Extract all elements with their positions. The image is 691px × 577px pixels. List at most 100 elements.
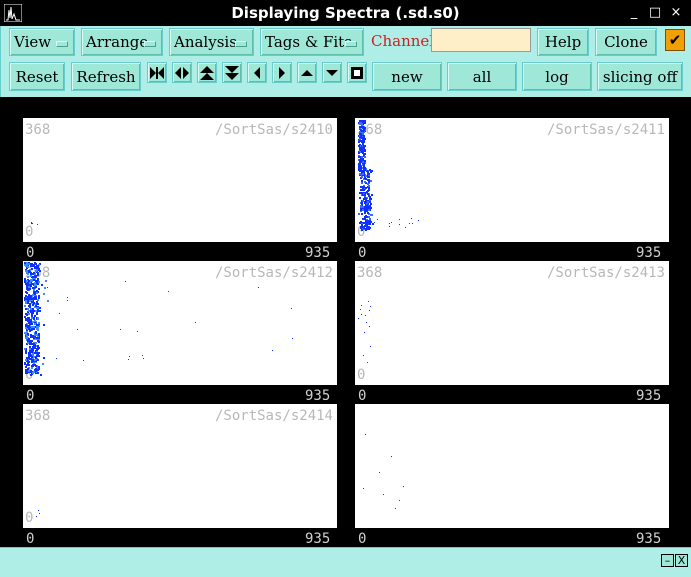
minimize-window-button[interactable]: _ <box>626 5 642 21</box>
spectrum-panel[interactable]: 368 /SortSas/s2410 0 <box>23 118 337 242</box>
log-button[interactable]: log <box>522 62 592 91</box>
data-point <box>167 291 169 293</box>
help-button[interactable]: Help <box>537 28 589 56</box>
compress-horizontal-icon[interactable] <box>172 62 192 83</box>
data-point <box>358 192 361 195</box>
analysis-menu-label: Analysis <box>174 33 237 51</box>
scroll-down-icon[interactable] <box>322 62 342 83</box>
expand-vertical-icon[interactable] <box>197 62 217 83</box>
new-button[interactable]: new <box>372 62 442 91</box>
maximize-window-button[interactable]: □ <box>647 5 663 21</box>
data-point <box>369 346 371 348</box>
data-point <box>36 223 38 225</box>
data-point <box>25 308 28 311</box>
data-point <box>31 328 34 331</box>
data-point <box>365 434 366 435</box>
clone-button[interactable]: Clone <box>595 28 657 56</box>
data-point <box>37 333 40 336</box>
data-point <box>32 297 35 300</box>
spectrum-panel[interactable]: 368 /SortSas/s2412 0 <box>23 261 337 385</box>
slicing-button[interactable]: slicing off <box>597 62 683 91</box>
data-point <box>363 166 366 169</box>
data-point <box>26 362 29 365</box>
data-point <box>363 159 366 162</box>
data-point <box>365 219 368 222</box>
compress-vertical-icon[interactable] <box>222 62 242 83</box>
tags-fits-menu-label: Tags & Fits <box>265 33 352 51</box>
data-point <box>120 328 122 330</box>
close-panel-button[interactable]: X <box>675 554 688 567</box>
spectrum-name: /SortSas/s2414 <box>214 408 333 424</box>
data-point <box>34 281 37 284</box>
data-point <box>362 200 365 203</box>
spectrum-name: /SortSas/s2412 <box>214 265 333 281</box>
data-point <box>363 355 365 357</box>
data-point <box>31 372 34 375</box>
close-window-button[interactable]: × <box>668 5 684 21</box>
data-point <box>26 359 29 362</box>
data-point <box>36 334 39 337</box>
spectrum-panel[interactable]: 368 /SortSas/s2413 0 <box>355 261 669 385</box>
data-point <box>28 297 31 300</box>
data-point <box>46 286 48 288</box>
data-point <box>359 226 362 229</box>
data-point <box>24 347 27 350</box>
scroll-up-icon[interactable] <box>297 62 317 83</box>
data-point <box>27 352 30 355</box>
data-point <box>363 193 366 196</box>
data-point <box>363 134 366 137</box>
spectrum-panel[interactable]: 368 /SortSas/s2414 0 <box>23 404 337 528</box>
data-point <box>37 510 39 512</box>
data-point <box>35 290 38 293</box>
expand-horizontal-icon[interactable] <box>147 62 167 83</box>
stop-icon[interactable] <box>347 62 367 83</box>
enable-checkbox[interactable]: ✔ <box>665 29 685 51</box>
data-point <box>368 326 370 328</box>
data-point <box>358 165 361 168</box>
data-point <box>39 270 42 273</box>
y-max-label: 368 <box>25 408 51 424</box>
data-point <box>29 311 32 314</box>
spectrum-panel[interactable]: 368 /SortSas/s2411 0 <box>355 118 669 242</box>
menu-indicator-icon <box>235 41 247 47</box>
data-point <box>33 271 36 274</box>
tags-fits-menu[interactable]: Tags & Fits <box>260 28 364 56</box>
refresh-button[interactable]: Refresh <box>71 62 141 91</box>
data-point <box>363 488 364 489</box>
data-point <box>361 179 364 182</box>
data-point <box>399 218 401 220</box>
window-title: Displaying Spectra (.sd.s0) <box>231 4 460 22</box>
arrange-menu[interactable]: Arrange <box>81 28 163 56</box>
x-max-label: 935 <box>305 531 331 547</box>
data-point <box>367 183 370 186</box>
data-point <box>361 206 364 209</box>
spectrum-panel[interactable] <box>355 404 669 528</box>
analysis-menu[interactable]: Analysis <box>169 28 254 56</box>
data-point <box>362 172 365 175</box>
scroll-right-icon[interactable] <box>272 62 292 83</box>
minimize-panel-button[interactable]: – <box>661 554 674 567</box>
data-point <box>25 292 28 295</box>
all-button[interactable]: all <box>447 62 517 91</box>
data-point <box>364 178 367 181</box>
data-point <box>37 339 40 342</box>
data-point <box>37 267 40 270</box>
data-point <box>42 363 45 366</box>
reset-button[interactable]: Reset <box>9 62 65 91</box>
data-point <box>35 327 38 330</box>
data-point <box>24 349 27 352</box>
data-point <box>43 286 46 289</box>
data-point <box>24 297 27 300</box>
title-bar: Displaying Spectra (.sd.s0) _ □ × <box>0 0 691 26</box>
data-point <box>379 472 380 473</box>
y-min-label: 0 <box>25 510 34 526</box>
channel-input[interactable] <box>431 28 531 52</box>
scroll-left-icon[interactable] <box>247 62 267 83</box>
view-menu-label: View <box>14 33 52 51</box>
data-point <box>83 359 85 361</box>
data-point <box>370 213 373 216</box>
data-point <box>363 209 366 212</box>
data-point <box>362 217 365 220</box>
view-menu[interactable]: View <box>9 28 75 56</box>
data-point <box>358 318 360 320</box>
